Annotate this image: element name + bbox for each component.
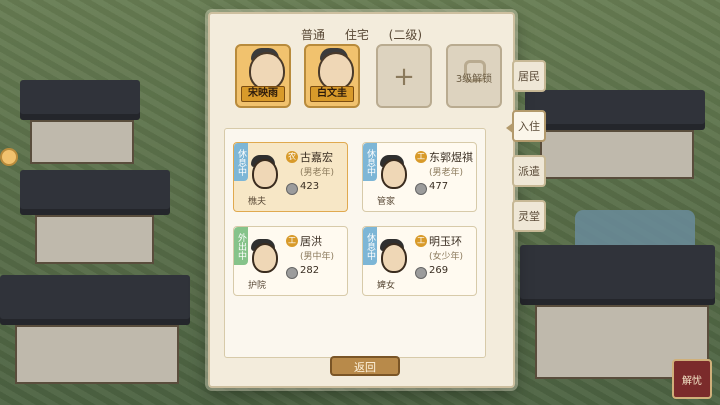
- resident-age-group: (男老年): [300, 168, 335, 178]
- resident-name: 古嘉宏: [300, 151, 333, 164]
- tab-residents[interactable]: 居民: [512, 60, 546, 92]
- silver-coin-icon: [286, 267, 298, 279]
- profession-icon: 工: [415, 151, 427, 163]
- profession-icon: 工: [415, 235, 427, 247]
- tab-dispatch[interactable]: 派遣: [512, 155, 546, 187]
- resident-money: 269: [429, 265, 449, 276]
- active-tab-arrow-icon: [506, 122, 514, 134]
- plus-icon: +: [393, 62, 415, 92]
- resident-name: 东郭煜祺: [429, 151, 473, 164]
- unlock-requirement: 3级解锁: [455, 74, 493, 85]
- panel-title: 普通 住宅 (二级): [300, 28, 423, 42]
- silver-coin-icon: [415, 183, 427, 195]
- resident-slot-2[interactable]: 白文圭: [304, 44, 360, 108]
- silver-coin-icon: [286, 183, 298, 195]
- resident-job: 婢女: [377, 281, 396, 291]
- worry-relief-button[interactable]: 解忧: [672, 359, 712, 399]
- tab-move-in[interactable]: 入住: [506, 110, 546, 142]
- return-button[interactable]: 返回: [330, 356, 400, 376]
- resident-name: 居洪: [300, 235, 322, 248]
- resident-avatar: [246, 237, 280, 277]
- resident-slot-1[interactable]: 宋映雨: [235, 44, 291, 108]
- resident-job: 樵夫: [248, 197, 267, 207]
- tab-memorial[interactable]: 灵堂: [512, 200, 546, 232]
- resident-name: 明玉环: [429, 235, 462, 248]
- resource-indicator[interactable]: [0, 148, 18, 166]
- profession-icon: 工: [286, 235, 298, 247]
- resident-age-group: (女少年): [429, 252, 464, 262]
- resident-money: 477: [429, 181, 449, 192]
- resident-avatar: [375, 237, 409, 277]
- silver-coin-icon: [415, 267, 427, 279]
- resident-job: 护院: [248, 281, 267, 291]
- resident-card-3[interactable]: 外出中 工 居洪 (男中年) 282 护院: [233, 226, 348, 296]
- resident-job: 管家: [377, 197, 396, 207]
- resident-card-2[interactable]: 休息中 工 东郭煜祺 (男老年) 477 管家: [362, 142, 477, 212]
- resident-avatar: [375, 153, 409, 193]
- resident-slot-name: 宋映雨: [241, 86, 285, 102]
- resident-age-group: (男中年): [300, 252, 335, 262]
- resident-portrait: [249, 52, 285, 90]
- resident-money: 282: [300, 265, 320, 276]
- resident-slot-name: 白文圭: [310, 86, 354, 102]
- locked-slot[interactable]: 3级解锁: [446, 44, 502, 108]
- resident-card-4[interactable]: 休息中 工 明玉环 (女少年) 269 婢女: [362, 226, 477, 296]
- resident-card-1[interactable]: 休息中 农 古嘉宏 (男老年) 423 樵夫: [233, 142, 348, 212]
- resident-portrait: [318, 52, 354, 90]
- add-resident-slot[interactable]: +: [376, 44, 432, 108]
- profession-icon: 农: [286, 151, 298, 163]
- resident-avatar: [246, 153, 280, 193]
- resident-age-group: (男老年): [429, 168, 464, 178]
- resident-money: 423: [300, 181, 320, 192]
